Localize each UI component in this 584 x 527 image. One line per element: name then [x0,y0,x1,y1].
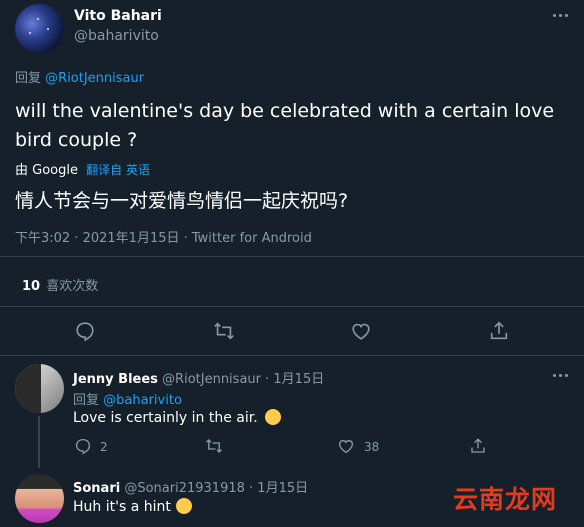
like-icon[interactable] [337,437,355,455]
reply-icon[interactable] [74,437,92,455]
reply-count: 2 [100,440,108,454]
reply-context: 回复 @baharivito [73,389,182,408]
translate-from[interactable]: 翻译自 英语 [86,163,150,177]
handle[interactable]: @Sonari21931918 [124,481,245,496]
reply-text-content: Huh it's a hint [73,499,171,515]
likes-label: 喜欢次数 [46,279,99,294]
timestamp[interactable]: · 1月15日 [249,481,308,496]
display-name[interactable]: Vito Bahari [74,8,162,24]
retweet-icon[interactable] [213,320,235,342]
reply-header: Sonari @Sonari21931918 · 1月15日 [73,477,308,496]
avatar[interactable] [15,474,64,523]
more-icon[interactable] [553,14,568,17]
likes-stat[interactable]: 10 喜欢次数 [22,275,98,294]
reply-context: 回复 @RiotJennisaur [15,67,144,86]
translation-attribution: 由 Google 翻译自 英语 [15,159,150,178]
reply-text: Love is certainly in the air. [73,409,282,426]
reply-icon[interactable] [74,320,96,342]
tweet-text-line: will the valentine's day be celebrated w… [15,100,555,122]
share-icon[interactable] [488,320,510,342]
share-icon[interactable] [469,437,487,455]
like-count: 38 [364,440,380,454]
tweet-text: will the valentine's day be celebrated w… [15,97,580,155]
retweet-icon[interactable] [205,437,223,455]
tweet-text-line: bird couple ? [15,129,138,151]
smiling-face-emoji-icon [265,409,282,425]
reply-prefix: 回复 [15,71,42,86]
display-name[interactable]: Sonari [73,481,120,496]
watermark: 云南龙网 [453,485,558,514]
avatar[interactable] [15,364,64,413]
reply-prefix: 回复 [73,393,100,408]
like-icon[interactable] [350,320,372,342]
reply-text: Huh it's a hint [73,498,193,515]
avatar[interactable] [15,4,64,53]
likes-count: 10 [22,279,41,294]
more-icon[interactable] [553,374,568,377]
face-blowing-kiss-emoji-icon [176,498,193,514]
reply-to-link[interactable]: @RiotJennisaur [45,71,144,86]
display-name[interactable]: Jenny Blees [73,372,158,387]
translated-text: 情人节会与一对爱情鸟情侣一起庆祝吗? [15,190,349,212]
reply-header: Jenny Blees @RiotJennisaur · 1月15日 [73,368,324,387]
handle[interactable]: @RiotJennisaur [162,372,261,387]
handle[interactable]: @baharivito [74,28,159,44]
translate-by: 由 Google [15,163,78,178]
reply-to-link[interactable]: @baharivito [103,393,182,408]
reply-text-content: Love is certainly in the air. [73,410,258,426]
divider [0,306,584,307]
timestamp[interactable]: · 1月15日 [265,372,324,387]
divider [0,355,584,356]
divider [0,256,584,257]
tweet-meta[interactable]: 下午3:02 · 2021年1月15日 · Twitter for Androi… [15,227,312,246]
thread-line [38,416,40,468]
